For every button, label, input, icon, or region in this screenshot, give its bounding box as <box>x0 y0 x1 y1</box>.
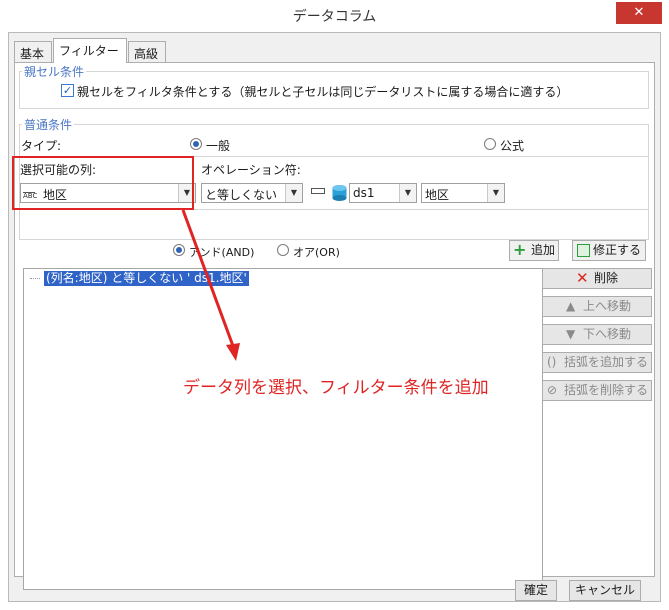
filter-panel: 親セル条件 ✓ 親セルをフィルタ条件とする（親セルと子セルは同じデータリストに属… <box>14 62 655 590</box>
add-parenthesis-button[interactable]: () 括弧を追加する <box>542 352 652 373</box>
condition-list[interactable]: (列名:地区) と等しくない ' ds1.地区' <box>23 268 543 590</box>
value-type-icon <box>311 188 325 194</box>
database-icon <box>332 184 347 202</box>
chevron-down-icon[interactable]: ▼ <box>399 184 416 202</box>
tab-basic[interactable]: 基本 <box>14 41 52 62</box>
type-general-label: 一般 <box>206 139 231 153</box>
chevron-down-icon[interactable]: ▼ <box>487 184 504 202</box>
operator-select[interactable]: と等しくない ▼ <box>201 183 303 203</box>
edit-grid-icon <box>577 244 590 257</box>
logic-or-label: オア(OR) <box>293 246 340 259</box>
parent-cell-group-label: 親セル条件 <box>22 63 87 80</box>
ok-button[interactable]: 確定 <box>515 580 557 601</box>
normal-condition-group-label: 普通条件 <box>22 116 75 133</box>
type-formula-label: 公式 <box>500 139 525 153</box>
operator-label: オペレーション符: <box>201 163 301 177</box>
logic-and-radio[interactable] <box>173 244 185 256</box>
remove-parenthesis-icon: ⊘ <box>547 383 558 397</box>
field-select-value: 地区 <box>425 188 450 202</box>
tab-advanced[interactable]: 高級 <box>128 41 166 62</box>
parenthesis-icon: () <box>547 355 557 369</box>
field-select[interactable]: 地区 ▼ <box>421 183 505 203</box>
remove-parenthesis-button[interactable]: ⊘ 括弧を削除する <box>542 380 652 401</box>
logic-or-radio[interactable] <box>277 244 289 256</box>
tree-connector <box>30 278 40 279</box>
dataset-select[interactable]: ds1 ▼ <box>349 183 417 203</box>
close-button[interactable]: ✕ <box>616 2 662 24</box>
add-button[interactable]: + 追加 <box>509 240 559 261</box>
condition-list-item[interactable]: (列名:地区) と等しくない ' ds1.地区' <box>44 271 249 286</box>
dialog-client: 基本 フィルター 高級 親セル条件 ✓ 親セルをフィルタ条件とする（親セルと子セ… <box>8 32 661 602</box>
chevron-down-icon[interactable]: ▼ <box>285 184 302 202</box>
tab-filter[interactable]: フィルター <box>53 38 127 63</box>
type-general-radio[interactable] <box>190 138 202 150</box>
type-label: タイプ: <box>21 139 62 153</box>
move-up-button[interactable]: ▲ 上へ移動 <box>542 296 652 317</box>
annotation-text: データ列を選択、フィルター条件を追加 <box>183 378 489 398</box>
arrow-up-icon: ▲ <box>566 299 576 313</box>
operator-select-value: と等しくない <box>205 188 278 202</box>
delete-x-icon: ✕ <box>576 269 589 287</box>
plus-icon: + <box>513 240 527 259</box>
delete-button[interactable]: ✕ 削除 <box>542 268 652 289</box>
window-title: データコラム <box>292 9 377 25</box>
highlight-box <box>12 156 194 210</box>
parent-cell-checkbox[interactable]: ✓ <box>61 84 74 97</box>
parent-cell-checkbox-label: 親セルをフィルタ条件とする（親セルと子セルは同じデータリストに属する場合に適する… <box>77 85 569 99</box>
title-bar: データコラム ✕ <box>0 0 669 32</box>
cancel-button[interactable]: キャンセル <box>569 580 641 601</box>
dataset-select-value: ds1 <box>353 186 375 200</box>
modify-button[interactable]: 修正する <box>572 240 646 261</box>
type-formula-radio[interactable] <box>484 138 496 150</box>
logic-and-label: アンド(AND) <box>189 246 255 259</box>
arrow-down-icon: ▼ <box>566 327 576 341</box>
move-down-button[interactable]: ▼ 下へ移動 <box>542 324 652 345</box>
